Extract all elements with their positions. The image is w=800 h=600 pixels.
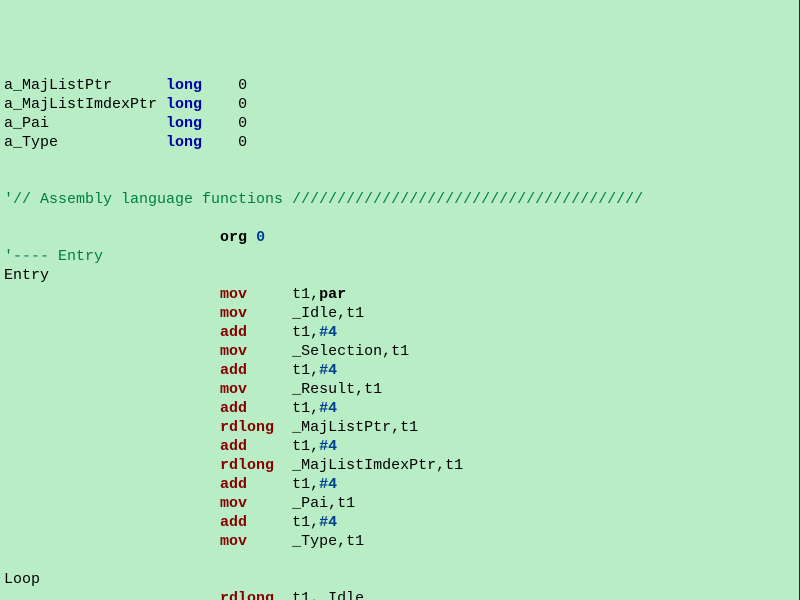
declaration-name: a_MajListImdexPtr: [4, 96, 166, 113]
instruction-line: rdlong _MajListPtr,t1: [4, 418, 799, 437]
opcode: rdlong: [220, 590, 292, 600]
opcode: mov: [220, 343, 292, 360]
operand: _Result: [292, 381, 355, 398]
comment-text: '// Assembly language functions ////////…: [4, 191, 643, 208]
type-keyword: long: [166, 134, 202, 151]
operand: _Selection: [292, 343, 382, 360]
operand: #4: [319, 438, 337, 455]
blank-line: [4, 551, 799, 570]
operand: par: [319, 286, 346, 303]
entry-comment: '---- Entry: [4, 247, 799, 266]
operand: _Idle: [319, 590, 364, 600]
type-keyword: long: [166, 96, 202, 113]
declaration-line: a_Type long 0: [4, 133, 799, 152]
operand: _Type: [292, 533, 337, 550]
declaration-value: 0: [238, 115, 247, 132]
operand: t1: [391, 343, 409, 360]
blank-line: [4, 209, 799, 228]
org-directive: org 0: [4, 228, 799, 247]
declaration-value: 0: [238, 96, 247, 113]
operand: t1: [292, 362, 310, 379]
instruction-line: add t1,#4: [4, 399, 799, 418]
operand: #4: [319, 324, 337, 341]
declaration-line: a_Pai long 0: [4, 114, 799, 133]
opcode: add: [220, 400, 292, 417]
declaration-line: a_MajListImdexPtr long 0: [4, 95, 799, 114]
blank-line: [4, 152, 799, 171]
opcode: mov: [220, 305, 292, 322]
operand: _Pai: [292, 495, 328, 512]
opcode: add: [220, 476, 292, 493]
instruction-line: mov _Type,t1: [4, 532, 799, 551]
label-name: Entry: [4, 267, 49, 284]
operand: #4: [319, 476, 337, 493]
instruction-line: mov _Idle,t1: [4, 304, 799, 323]
type-keyword: long: [166, 77, 202, 94]
operand: t1: [292, 514, 310, 531]
operand: t1: [364, 381, 382, 398]
instruction-line: mov _Result,t1: [4, 380, 799, 399]
declaration-name: a_Type: [4, 134, 166, 151]
operand: t1: [337, 495, 355, 512]
operand: #4: [319, 514, 337, 531]
operand: t1: [346, 533, 364, 550]
opcode: rdlong: [220, 419, 292, 436]
operand: t1: [400, 419, 418, 436]
declaration-value: 0: [238, 77, 247, 94]
instruction-line: add t1,#4: [4, 323, 799, 342]
opcode: mov: [220, 533, 292, 550]
operand: t1: [292, 590, 310, 600]
operand: #4: [319, 400, 337, 417]
instruction-line: add t1,#4: [4, 475, 799, 494]
instruction-line: rdlong _MajListImdexPtr,t1: [4, 456, 799, 475]
section-comment: '// Assembly language functions ////////…: [4, 190, 799, 209]
label-name: Loop: [4, 571, 40, 588]
org-keyword: org: [220, 229, 247, 246]
operand: _MajListImdexPtr: [292, 457, 436, 474]
opcode: add: [220, 362, 292, 379]
declaration-name: a_Pai: [4, 115, 166, 132]
instruction-line: add t1,#4: [4, 437, 799, 456]
instruction-line: mov _Selection,t1: [4, 342, 799, 361]
label-entry: Entry: [4, 266, 799, 285]
opcode: add: [220, 438, 292, 455]
opcode: mov: [220, 495, 292, 512]
instruction-line: add t1,#4: [4, 361, 799, 380]
operand: t1: [346, 305, 364, 322]
operand: t1: [292, 438, 310, 455]
opcode: mov: [220, 381, 292, 398]
code-viewer: a_MajListPtr long 0a_MajListImdexPtr lon…: [4, 76, 799, 600]
operand: t1: [445, 457, 463, 474]
declaration-line: a_MajListPtr long 0: [4, 76, 799, 95]
operand: #4: [319, 362, 337, 379]
type-keyword: long: [166, 115, 202, 132]
operand: _Idle: [292, 305, 337, 322]
blank-line: [4, 171, 799, 190]
declaration-name: a_MajListPtr: [4, 77, 166, 94]
declaration-value: 0: [238, 134, 247, 151]
operand: t1: [292, 400, 310, 417]
instruction-line: mov t1,par: [4, 285, 799, 304]
instruction-line: rdlong t1,_Idle: [4, 589, 799, 600]
instruction-line: add t1,#4: [4, 513, 799, 532]
org-value: 0: [256, 229, 265, 246]
operand: t1: [292, 324, 310, 341]
label-loop: Loop: [4, 570, 799, 589]
instruction-line: mov _Pai,t1: [4, 494, 799, 513]
opcode: add: [220, 324, 292, 341]
opcode: rdlong: [220, 457, 292, 474]
operand: t1: [292, 476, 310, 493]
operand: _MajListPtr: [292, 419, 391, 436]
operand: t1: [292, 286, 310, 303]
opcode: add: [220, 514, 292, 531]
comment-text: '---- Entry: [4, 248, 103, 265]
opcode: mov: [220, 286, 292, 303]
